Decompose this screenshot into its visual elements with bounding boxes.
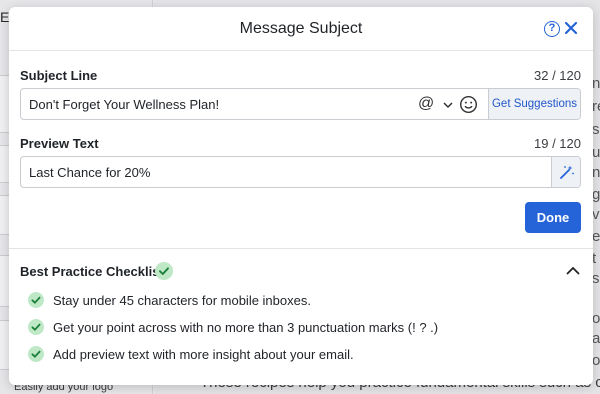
subject-line-input[interactable]: Don't Forget Your Wellness Plan! @ Get S… [20, 88, 581, 120]
check-circle-icon [155, 262, 173, 280]
checklist-item-text: Add preview text with more insight about… [53, 347, 354, 362]
question-circle-icon[interactable]: ? [544, 21, 560, 37]
background-text-fragment: s [592, 270, 600, 287]
at-mention-icon[interactable]: @ [418, 96, 434, 112]
background-text-fragment: o [592, 352, 600, 369]
preview-text-value[interactable]: Last Chance for 20% [29, 165, 150, 180]
background-text-fragment: re [592, 98, 600, 115]
background-text-fragment: g [592, 186, 600, 203]
check-circle-icon [28, 319, 44, 335]
close-icon[interactable] [562, 19, 580, 37]
message-subject-dialog: Message Subject ? Subject Line 32 / 120 … [9, 7, 593, 385]
checklist-title: Best Practice Checklist [20, 264, 164, 279]
check-circle-icon [28, 346, 44, 362]
section-divider [9, 248, 593, 249]
background-text-fragment: vi [592, 206, 600, 223]
preview-text-input[interactable]: Last Chance for 20% [20, 156, 581, 188]
background-text-fragment: s [592, 121, 600, 138]
background-text-fragment: n [592, 75, 600, 92]
background-text-fragment: t [592, 250, 597, 267]
background-text-fragment: ns [592, 164, 600, 181]
dialog-title: Message Subject [239, 20, 363, 37]
magic-wand-button[interactable] [551, 157, 580, 187]
preview-text-label: Preview Text [20, 136, 99, 151]
chevron-down-icon[interactable] [442, 99, 454, 111]
subject-line-value[interactable]: Don't Forget Your Wellness Plan! [29, 97, 219, 112]
emoji-icon[interactable] [459, 95, 478, 114]
background-text-fragment: a [592, 330, 600, 347]
preview-text-counter: 19 / 120 [534, 136, 581, 151]
subject-line-label: Subject Line [20, 68, 98, 83]
done-button[interactable]: Done [525, 202, 581, 233]
background-text-fragment: ut [592, 144, 600, 161]
background-text-fragment: e [592, 228, 600, 245]
magic-wand-icon [560, 165, 575, 179]
get-suggestions-button[interactable]: Get Suggestions [488, 89, 580, 119]
check-circle-icon [28, 292, 44, 308]
checklist-item-text: Get your point across with no more than … [53, 320, 439, 335]
dialog-header: Message Subject ? [9, 7, 593, 51]
checklist-item-text: Stay under 45 characters for mobile inbo… [53, 293, 311, 308]
subject-line-counter: 32 / 120 [534, 68, 581, 83]
chevron-up-icon[interactable] [565, 265, 581, 277]
background-text-fragment: o [592, 310, 600, 327]
